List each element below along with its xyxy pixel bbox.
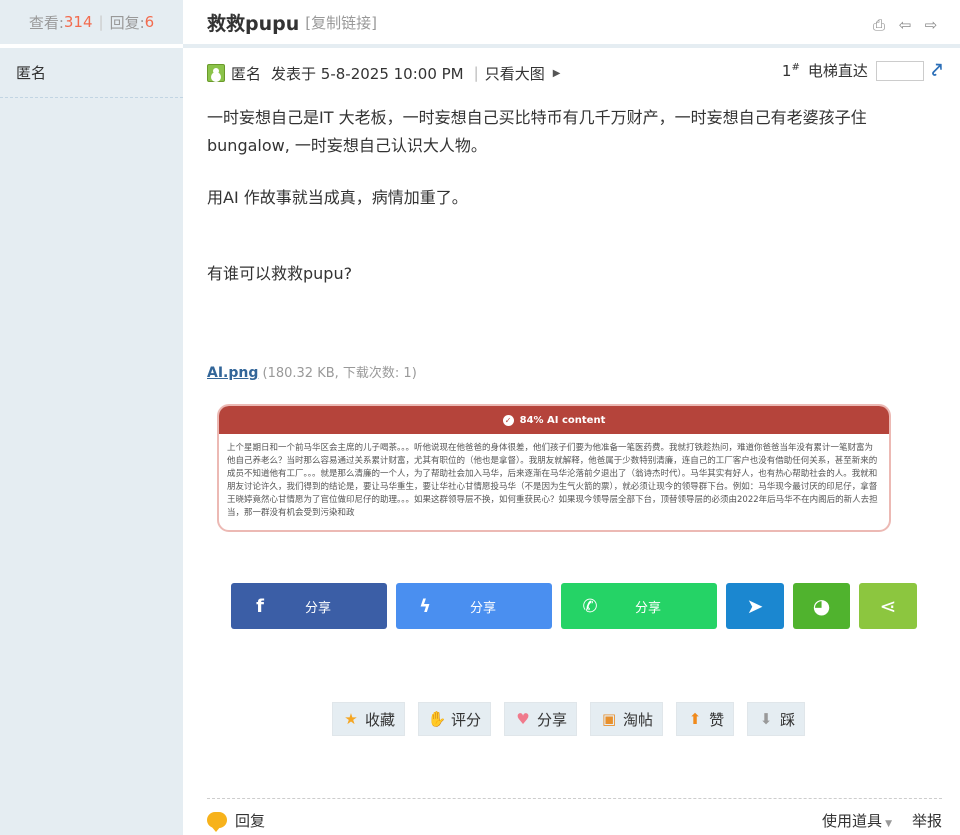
tools-button[interactable]: 使用道具 ▼	[822, 810, 892, 831]
replies-label: 回复:	[109, 13, 145, 32]
views-count: 314	[63, 13, 93, 31]
triangle-right-icon: ▶	[552, 67, 561, 79]
whatsapp-share-button[interactable]: ✆ 分享	[561, 583, 717, 629]
dislike-button[interactable]: ⬇ 踩	[747, 702, 806, 736]
share-button[interactable]: ♥ 分享	[504, 702, 578, 736]
taotie-button[interactable]: ▣ 淘帖	[590, 702, 664, 736]
only-author-link[interactable]: 只看大图	[485, 63, 545, 84]
ai-detector-header: ✓ 84% AI content	[219, 406, 889, 434]
print-icon[interactable]: ⎙	[870, 16, 888, 34]
title-icons: ⎙ ⇦ ⇨	[870, 16, 940, 34]
copy-link-button[interactable]: [复制链接]	[305, 12, 377, 33]
whatsapp-icon: ✆	[582, 595, 598, 617]
attachment-line: AI.png (180.32 KB, 下载次数: 1)	[207, 362, 417, 381]
floor-controls: 1# 电梯直达 ⤤	[782, 60, 942, 81]
post-actions: ★ 收藏 ✋ 评分 ♥ 分享 ▣ 淘帖 ⬆ 赞 ⬇ 踩	[332, 702, 806, 736]
inbox-icon: ▣	[601, 710, 617, 728]
footer-tools: 使用道具 ▼ 举报	[822, 810, 942, 831]
star-icon: ★	[344, 710, 358, 728]
left-sidebar: 查看: 314 | 回复: 6 匿名	[0, 0, 183, 835]
attachment-link[interactable]: AI.png	[207, 365, 258, 381]
facebook-icon: f	[256, 595, 264, 617]
elevator-go-icon[interactable]: ⤤	[932, 60, 942, 81]
rate-button[interactable]: ✋ 评分	[418, 702, 492, 736]
favorite-button[interactable]: ★ 收藏	[332, 702, 406, 736]
poster-name[interactable]: 匿名	[231, 63, 261, 84]
prev-thread-icon[interactable]: ⇦	[896, 16, 914, 34]
elevator-input[interactable]	[875, 60, 924, 81]
share-bar: f 分享 ϟ 分享 ✆ 分享 ➤ ◕ ⋖	[231, 583, 917, 629]
views-label: 查看:	[28, 13, 64, 32]
facebook-share-button[interactable]: f 分享	[231, 583, 387, 629]
wechat-icon: ◕	[812, 594, 831, 618]
post-meta: 匿名 发表于 5-8-2025 10:00 PM | 只看大图 ▶ 1# 电梯直…	[207, 60, 942, 86]
post-paragraph: 用AI 作故事就当成真，病情加重了。	[207, 188, 468, 207]
floor-number[interactable]: 1#	[782, 62, 800, 80]
stats-divider: |	[98, 13, 104, 31]
arrow-up-icon: ⬆	[688, 710, 702, 728]
thumb-icon: ✋	[427, 710, 447, 728]
reply-button[interactable]: 回复	[235, 810, 265, 831]
attachment-image[interactable]: ✓ 84% AI content 上个星期日和一个前马华区会主席的儿子喝茶。。。…	[207, 390, 897, 536]
post-paragraph: 有谁可以救救pupu?	[207, 264, 353, 283]
post-paragraph: 一时妄想自己是IT 大老板，一时妄想自己买比特币有几千万财产，一时妄想自己有老婆…	[207, 108, 867, 155]
report-button[interactable]: 举报	[912, 810, 942, 831]
share-icon: ⋖	[879, 594, 897, 618]
post-area: 救救pupu [复制链接] ⎙ ⇦ ⇨ 匿名 发表于 5-8-2025 10:0…	[183, 0, 960, 835]
post-content: 一时妄想自己是IT 大老板，一时妄想自己买比特币有几千万财产，一时妄想自己有老婆…	[207, 104, 937, 288]
attachment-info: (180.32 KB, 下载次数: 1)	[262, 366, 417, 381]
like-button[interactable]: ⬆ 赞	[676, 702, 735, 736]
check-icon: ✓	[502, 414, 514, 426]
meta-divider: |	[473, 64, 479, 82]
wechat-share-button[interactable]: ◕	[793, 583, 850, 629]
thread-stats: 查看: 314 | 回复: 6	[0, 0, 183, 48]
messenger-icon: ϟ	[419, 595, 431, 617]
next-thread-icon[interactable]: ⇨	[922, 16, 940, 34]
heart-icon: ♥	[516, 710, 530, 728]
arrow-down-icon: ⬇	[759, 710, 773, 728]
messenger-share-button[interactable]: ϟ 分享	[396, 583, 552, 629]
ai-detector-card: ✓ 84% AI content 上个星期日和一个前马华区会主席的儿子喝茶。。。…	[217, 404, 891, 532]
caret-down-icon: ▼	[885, 818, 892, 829]
ai-detector-text: 上个星期日和一个前马华区会主席的儿子喝茶。。。听他说现在他爸爸的身体很差，他们孩…	[227, 443, 878, 518]
user-online-icon	[207, 64, 225, 82]
share-more-button[interactable]: ⋖	[859, 583, 917, 629]
replies-count: 6	[144, 13, 155, 31]
reply-icon	[207, 812, 227, 832]
thread-title: 救救pupu	[207, 12, 300, 35]
thread-title-bar: 救救pupu [复制链接] ⎙ ⇦ ⇨	[183, 0, 960, 48]
post-footer: 回复 使用道具 ▼ 举报	[207, 806, 942, 834]
post-date: 发表于 5-8-2025 10:00 PM	[271, 64, 464, 83]
telegram-share-button[interactable]: ➤	[726, 583, 784, 629]
author-name: 匿名	[0, 48, 183, 98]
elevator-label: 电梯直达	[807, 62, 868, 80]
footer-divider	[207, 798, 942, 799]
telegram-icon: ➤	[746, 594, 764, 618]
